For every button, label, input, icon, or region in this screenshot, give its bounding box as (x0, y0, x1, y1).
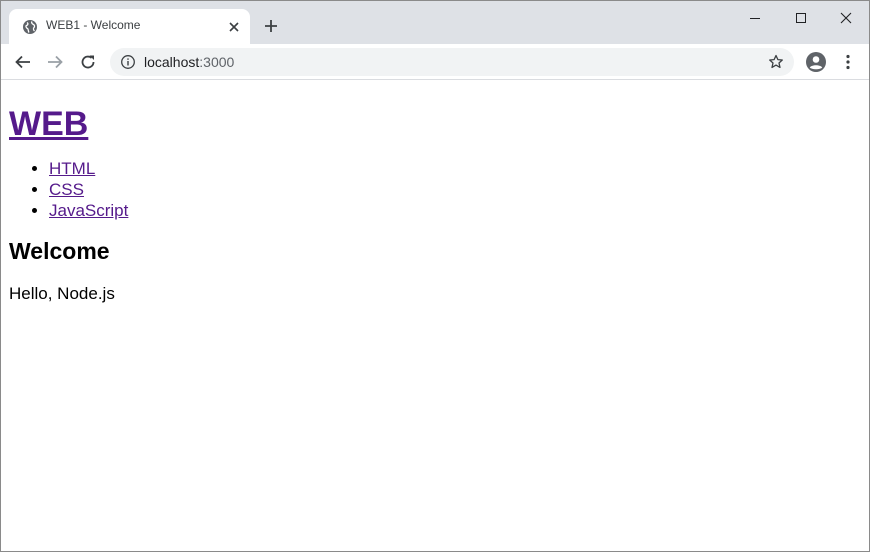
content-body: Hello, Node.js (9, 284, 115, 303)
reload-icon[interactable] (77, 51, 99, 73)
nav-link-html[interactable]: HTML (49, 159, 95, 178)
new-tab-plus-icon[interactable] (262, 17, 280, 35)
tab-close-icon[interactable] (226, 19, 242, 35)
info-icon[interactable] (120, 54, 136, 70)
url-host: localhost (144, 54, 200, 70)
content-title: Welcome (9, 238, 110, 264)
nav-item: CSS (49, 179, 861, 200)
home-link[interactable]: WEB (9, 105, 88, 143)
tab-active[interactable]: WEB1 - Welcome (9, 9, 250, 44)
bookmark-star-icon[interactable] (768, 54, 784, 70)
more-menu-icon[interactable] (838, 51, 858, 73)
browser-window: WEB1 - Welcome localhost:3000 WEB • HTML… (0, 0, 870, 552)
nav-item: HTML (49, 158, 861, 179)
nav-list: HTML CSS JavaScript (9, 158, 861, 221)
window-close-icon[interactable] (823, 7, 869, 29)
nav-link-javascript[interactable]: JavaScript (49, 201, 128, 220)
back-arrow-icon[interactable] (12, 51, 34, 73)
globe-icon (22, 19, 38, 35)
address-bar[interactable]: localhost:3000 (110, 48, 794, 76)
browser-toolbar: localhost:3000 (1, 44, 869, 80)
url-text: localhost:3000 (144, 54, 234, 70)
profile-avatar-icon[interactable] (805, 51, 827, 73)
tab-title: WEB1 - Welcome (46, 18, 141, 32)
tab-strip: WEB1 - Welcome (1, 1, 869, 44)
maximize-icon[interactable] (778, 7, 824, 29)
nav-item: JavaScript (49, 200, 861, 221)
page-content: WEB HTML CSS JavaScript Welcome Hello, N… (1, 81, 869, 551)
forward-arrow-icon[interactable] (44, 51, 66, 73)
minimize-icon[interactable] (732, 7, 778, 29)
page-heading: WEB (9, 104, 861, 144)
nav-link-css[interactable]: CSS (49, 180, 84, 199)
url-port: :3000 (199, 54, 235, 70)
